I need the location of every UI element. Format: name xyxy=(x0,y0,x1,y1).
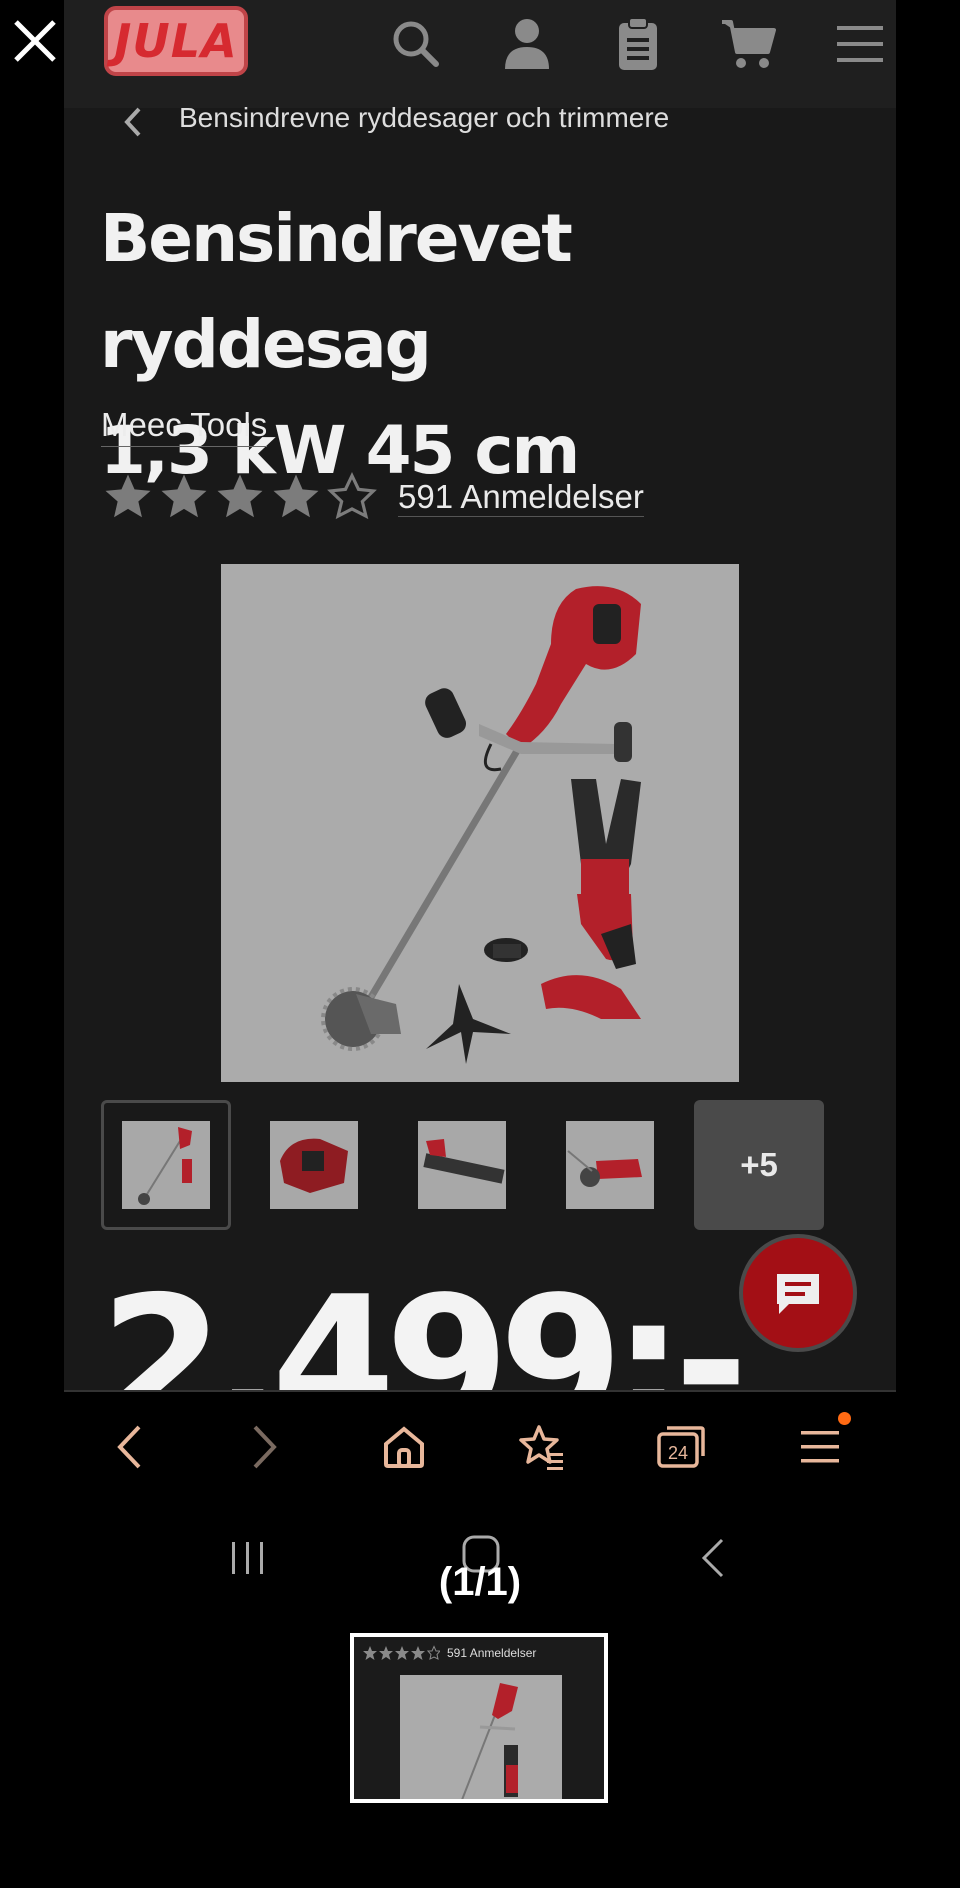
thumbnail-image xyxy=(270,1121,358,1209)
menu-icon[interactable] xyxy=(830,14,890,74)
chat-icon xyxy=(777,1274,819,1314)
product-title-line1: Bensindrevet ryddesag xyxy=(100,200,573,383)
tabs-count: 24 xyxy=(668,1443,688,1463)
product-price: 2.499:- xyxy=(100,1258,748,1391)
thumbnail-image xyxy=(566,1121,654,1209)
forward-icon[interactable] xyxy=(230,1412,300,1482)
search-icon[interactable] xyxy=(386,14,446,74)
chevron-left-icon xyxy=(124,107,141,137)
star-filled-icon xyxy=(217,474,263,518)
brand-link[interactable]: Meec Tools xyxy=(101,406,268,447)
more-images-button[interactable]: +5 xyxy=(694,1100,824,1230)
close-button[interactable] xyxy=(6,12,64,70)
star-empty-icon xyxy=(327,471,377,520)
browser-toolbar: 24 xyxy=(64,1390,896,1504)
account-icon[interactable] xyxy=(497,14,557,74)
close-icon xyxy=(14,20,56,62)
thumbnail-image xyxy=(418,1121,506,1209)
tabs-icon[interactable]: 24 xyxy=(646,1412,716,1482)
star-filled-icon xyxy=(161,474,207,518)
thumbnail-1[interactable] xyxy=(101,1100,231,1230)
clipboard-icon[interactable] xyxy=(608,14,668,74)
breadcrumb-label: Bensindrevne ryddesager och trimmere xyxy=(179,102,670,133)
product-title: Bensindrevet ryddesag 1,3 kW 45 cm xyxy=(100,186,840,504)
back-icon[interactable] xyxy=(94,1412,164,1482)
cart-icon[interactable] xyxy=(718,14,778,74)
jula-logo[interactable]: JULA xyxy=(104,6,248,76)
screenshot-preview[interactable]: 591 Anmeldelser xyxy=(350,1633,608,1803)
rating-stars[interactable] xyxy=(101,470,379,526)
thumbnail-4[interactable] xyxy=(545,1100,675,1230)
thumbnail-2[interactable] xyxy=(249,1100,379,1230)
thumbnail-strip: +5 xyxy=(101,1100,824,1230)
preview-reviews: 591 Anmeldelser xyxy=(447,1646,537,1660)
preview-rating: 591 Anmeldelser xyxy=(362,1645,536,1661)
browser-viewport: JULA Bensindrevne ryddesager och trimmer… xyxy=(64,0,896,1390)
image-counter: (1/1) xyxy=(438,1560,522,1604)
notification-dot xyxy=(838,1412,851,1425)
thumbnail-3[interactable] xyxy=(397,1100,527,1230)
preview-stars-icon xyxy=(363,1645,440,1660)
product-image[interactable] xyxy=(221,564,739,1082)
star-filled-icon xyxy=(273,474,319,518)
preview-image xyxy=(400,1675,562,1799)
home-icon[interactable] xyxy=(369,1412,439,1482)
star-filled-icon xyxy=(105,474,151,518)
reviews-link[interactable]: 591 Anmeldelser xyxy=(398,478,644,517)
logo-text: JULA xyxy=(114,14,238,68)
thumbnail-image xyxy=(122,1121,210,1209)
bookmarks-icon[interactable] xyxy=(507,1412,577,1482)
brushcutter-illustration xyxy=(321,586,641,1064)
menu-icon[interactable] xyxy=(785,1412,855,1482)
chat-button[interactable] xyxy=(739,1234,857,1352)
